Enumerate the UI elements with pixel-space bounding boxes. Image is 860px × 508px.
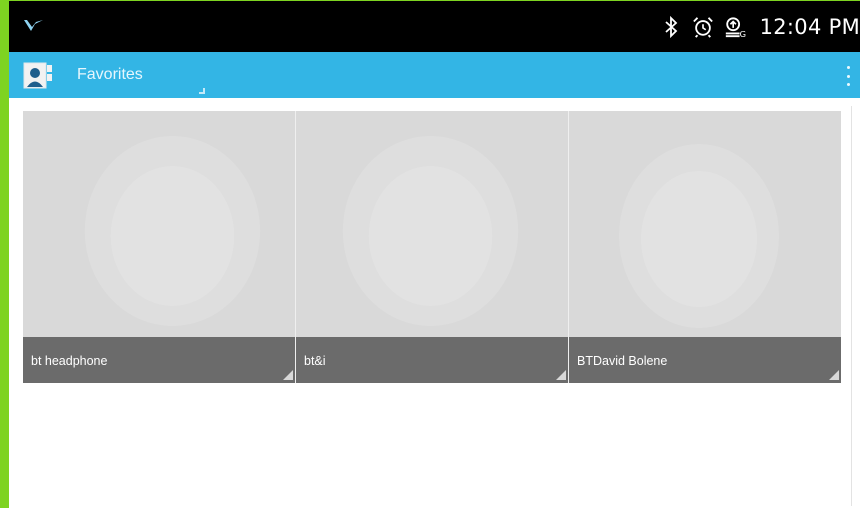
notification-logo-icon [24, 20, 43, 31]
screen-frame: G 12:04 PM Favorites bt headphone bt&i B… [0, 0, 860, 508]
quick-contact-corner-icon [556, 370, 566, 380]
favorite-tile[interactable]: BTDavid Bolene [569, 111, 841, 383]
favorite-name: BTDavid Bolene [569, 337, 841, 383]
contact-card-icon[interactable] [23, 62, 53, 89]
sync-icon: G [725, 17, 746, 39]
spinner-indicator-icon [199, 88, 205, 94]
favorites-content: bt headphone bt&i BTDavid Bolene [9, 98, 860, 508]
page-title[interactable]: Favorites [77, 66, 143, 84]
contact-photo-placeholder [569, 111, 841, 337]
favorite-tile[interactable]: bt&i [296, 111, 569, 383]
action-bar: Favorites [9, 52, 860, 98]
status-bar: G 12:04 PM [9, 1, 860, 52]
favorite-name: bt headphone [23, 337, 295, 383]
favorites-grid: bt headphone bt&i BTDavid Bolene [23, 111, 841, 383]
alarm-icon [692, 17, 713, 38]
quick-contact-corner-icon [283, 370, 293, 380]
favorite-tile[interactable]: bt headphone [23, 111, 296, 383]
scrollbar-thumb[interactable] [851, 106, 857, 506]
favorite-name: bt&i [296, 337, 568, 383]
contact-photo-placeholder [296, 111, 568, 337]
svg-text:G: G [739, 29, 745, 39]
overflow-menu-icon[interactable] [842, 64, 854, 88]
quick-contact-corner-icon [829, 370, 839, 380]
contact-photo-placeholder [23, 111, 295, 337]
status-clock: 12:04 PM [759, 15, 860, 39]
status-icons: G 12:04 PM [660, 10, 860, 44]
bluetooth-icon [665, 15, 677, 39]
